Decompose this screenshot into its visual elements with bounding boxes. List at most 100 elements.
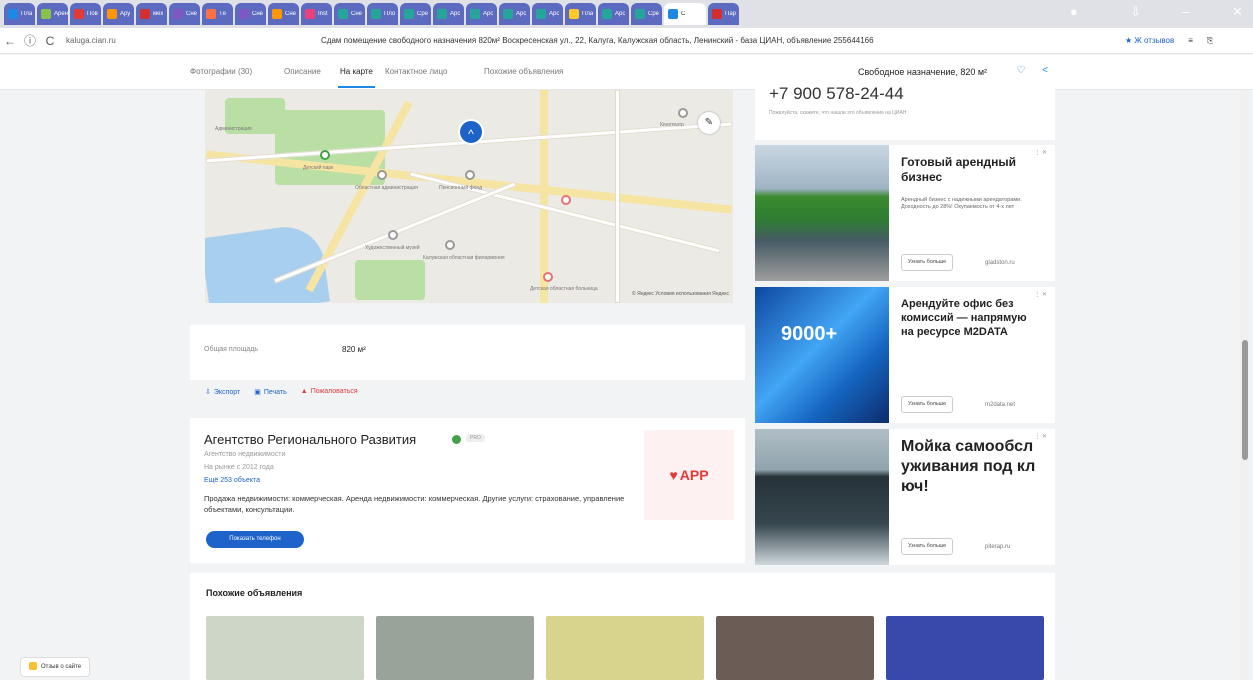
browser-tab[interactable]: Арс xyxy=(598,3,629,25)
agency-since: На рынке с 2012 года xyxy=(204,464,274,471)
back-button[interactable]: ← xyxy=(0,34,20,48)
browser-tab[interactable]: Пло xyxy=(367,3,398,25)
location-pin-icon[interactable]: ^ xyxy=(458,119,484,145)
complain-button[interactable]: ▲ Пожаловаться xyxy=(301,388,358,400)
ad-domain[interactable]: m2data.net xyxy=(985,402,1015,408)
poi-museum[interactable] xyxy=(388,230,398,240)
browser-tab[interactable]: Сре xyxy=(400,3,431,25)
agency-name[interactable]: Агентство Регионального Развития xyxy=(204,432,416,447)
listing-subnav: Фотографии (30) Описание На карте Контак… xyxy=(0,55,1253,90)
agency-logo[interactable]: ♥ АРР xyxy=(644,430,734,520)
browser-tab[interactable]: Inst xyxy=(301,3,332,25)
page-title: Сдам помещение свободного назначения 820… xyxy=(321,36,874,45)
similar-thumb[interactable] xyxy=(886,616,1044,680)
poi-hospital[interactable] xyxy=(543,272,553,282)
similar-thumb[interactable] xyxy=(376,616,534,680)
tab-label: Пла xyxy=(582,11,594,17)
poi-cinema[interactable] xyxy=(678,108,688,118)
show-phone-button[interactable]: Показать телефон xyxy=(206,531,304,548)
subnav-photos[interactable]: Фотографии (30) xyxy=(190,67,252,76)
favorite-heart-icon[interactable]: ♡ xyxy=(1014,65,1028,79)
agency-type: Агентство недвижимости xyxy=(204,451,286,458)
similar-thumb[interactable] xyxy=(206,616,364,680)
scrollbar-thumb[interactable] xyxy=(1242,340,1248,460)
subnav-contact[interactable]: Контактное лицо xyxy=(385,67,447,76)
tab-favicon-icon xyxy=(569,9,579,19)
tab-label: Арс xyxy=(516,11,527,17)
browser-tab[interactable]: Пла xyxy=(565,3,596,25)
map-label: Кинотеатр xyxy=(660,122,684,128)
browser-tab[interactable]: Арен xyxy=(37,3,68,25)
tab-label: Сне xyxy=(186,11,197,17)
browser-tab[interactable]: Пла xyxy=(4,3,35,25)
ruler-icon[interactable]: ✎ xyxy=(698,112,720,134)
browser-menu-icon[interactable]: ● xyxy=(1070,4,1078,19)
address-bar[interactable]: kaluga.cian.ru xyxy=(66,36,206,45)
ad-domain[interactable]: piterap.ru xyxy=(985,544,1010,550)
bookmark-icon[interactable]: ≡ xyxy=(1188,36,1193,45)
close-window-icon[interactable]: ✕ xyxy=(1232,4,1243,20)
export-button[interactable]: ⇩ Экспорт xyxy=(205,388,240,400)
ad-title: Готовый арендный бизнес xyxy=(901,155,1017,184)
tab-label: Тё xyxy=(219,11,227,17)
browser-tab[interactable]: Арс xyxy=(466,3,497,25)
browser-tab[interactable]: Арс xyxy=(499,3,530,25)
browser-tab[interactable]: Арс xyxy=(433,3,464,25)
browser-tab[interactable]: Ару xyxy=(103,3,134,25)
browser-tab[interactable]: Сне xyxy=(235,3,266,25)
subnav-similar[interactable]: Похожие объявления xyxy=(484,67,563,76)
ad-domain[interactable]: gladston.ru xyxy=(985,260,1015,266)
map-label: Художественный музей xyxy=(365,245,420,251)
tab-label: Сне xyxy=(351,11,362,17)
ad-more-button[interactable]: Узнать больше xyxy=(901,254,954,271)
extensions-icon[interactable]: ⇩ xyxy=(1130,4,1141,20)
minimize-icon[interactable]: – xyxy=(1182,4,1189,19)
poi-park[interactable] xyxy=(320,150,330,160)
tab-favicon-icon xyxy=(173,9,183,19)
ad-more-button[interactable]: Узнать больше xyxy=(901,538,954,555)
ad-menu-icon[interactable]: ⋮ ✕ xyxy=(1034,291,1047,298)
similar-thumb[interactable] xyxy=(716,616,874,680)
browser-tab[interactable]: Арс xyxy=(532,3,563,25)
ad-banner[interactable]: Готовый арендный бизнес Арендный бизнес … xyxy=(755,145,1055,281)
share-icon[interactable]: < xyxy=(1038,65,1052,79)
browser-tab[interactable]: Пар xyxy=(708,3,739,25)
browser-tab[interactable]: Сне xyxy=(169,3,200,25)
browser-tab[interactable]: Сре xyxy=(631,3,662,25)
phone-number[interactable]: +7 900 578-24-44 xyxy=(769,84,904,104)
tab-favicon-icon xyxy=(404,9,414,19)
ad-menu-icon[interactable]: ⋮ ✕ xyxy=(1034,149,1047,156)
browser-tab[interactable]: Сне xyxy=(334,3,365,25)
browser-tab[interactable]: Тё xyxy=(202,3,233,25)
ad-banner[interactable]: Мойка самообслуживания под ключ! Узнать … xyxy=(755,429,1055,565)
agency-description: Продажа недвижимости: коммерческая. Арен… xyxy=(204,494,625,514)
browser-tab[interactable]: мех xyxy=(136,3,167,25)
complain-label: Пожаловаться xyxy=(310,388,358,395)
map[interactable]: Детский парк Администрация Областная адм… xyxy=(205,90,733,303)
similar-thumb[interactable] xyxy=(546,616,704,680)
subnav-map[interactable]: На карте xyxy=(340,67,373,76)
print-button[interactable]: ▣ Печать xyxy=(254,388,287,400)
subnav-description[interactable]: Описание xyxy=(284,67,321,76)
browser-tab[interactable]: С xyxy=(664,3,706,25)
feedback-button[interactable]: Отзыв о сайте xyxy=(20,657,91,677)
poi-admin[interactable] xyxy=(377,170,387,180)
poi-red[interactable] xyxy=(561,195,571,205)
ad-image-text: 9000+ xyxy=(781,323,838,345)
info-icon[interactable]: ⓘ xyxy=(20,32,40,49)
print-label: Печать xyxy=(263,389,287,396)
reload-button[interactable]: C xyxy=(40,34,60,48)
poi-fund[interactable] xyxy=(465,170,475,180)
browser-tab[interactable]: Пов xyxy=(70,3,101,25)
agency-logo-text: АРР xyxy=(679,467,709,483)
notes-link[interactable]: ★ Ж отзывов xyxy=(1125,36,1174,45)
ad-banner[interactable]: 9000+ Арендуйте офис без комиссий — напр… xyxy=(755,287,1055,423)
map-attribution[interactable]: © Яндекс Условия использования Яндекс xyxy=(632,291,729,297)
tab-label: Inst xyxy=(318,11,328,17)
ad-more-button[interactable]: Узнать больше xyxy=(901,396,954,413)
poi-philharmonic[interactable] xyxy=(445,240,455,250)
share-icon[interactable]: ⎘ xyxy=(1207,36,1213,46)
agency-objects-link[interactable]: Ещё 253 объекта xyxy=(204,477,260,484)
browser-tab[interactable]: Сне xyxy=(268,3,299,25)
ad-menu-icon[interactable]: ⋮ ✕ xyxy=(1034,433,1047,440)
